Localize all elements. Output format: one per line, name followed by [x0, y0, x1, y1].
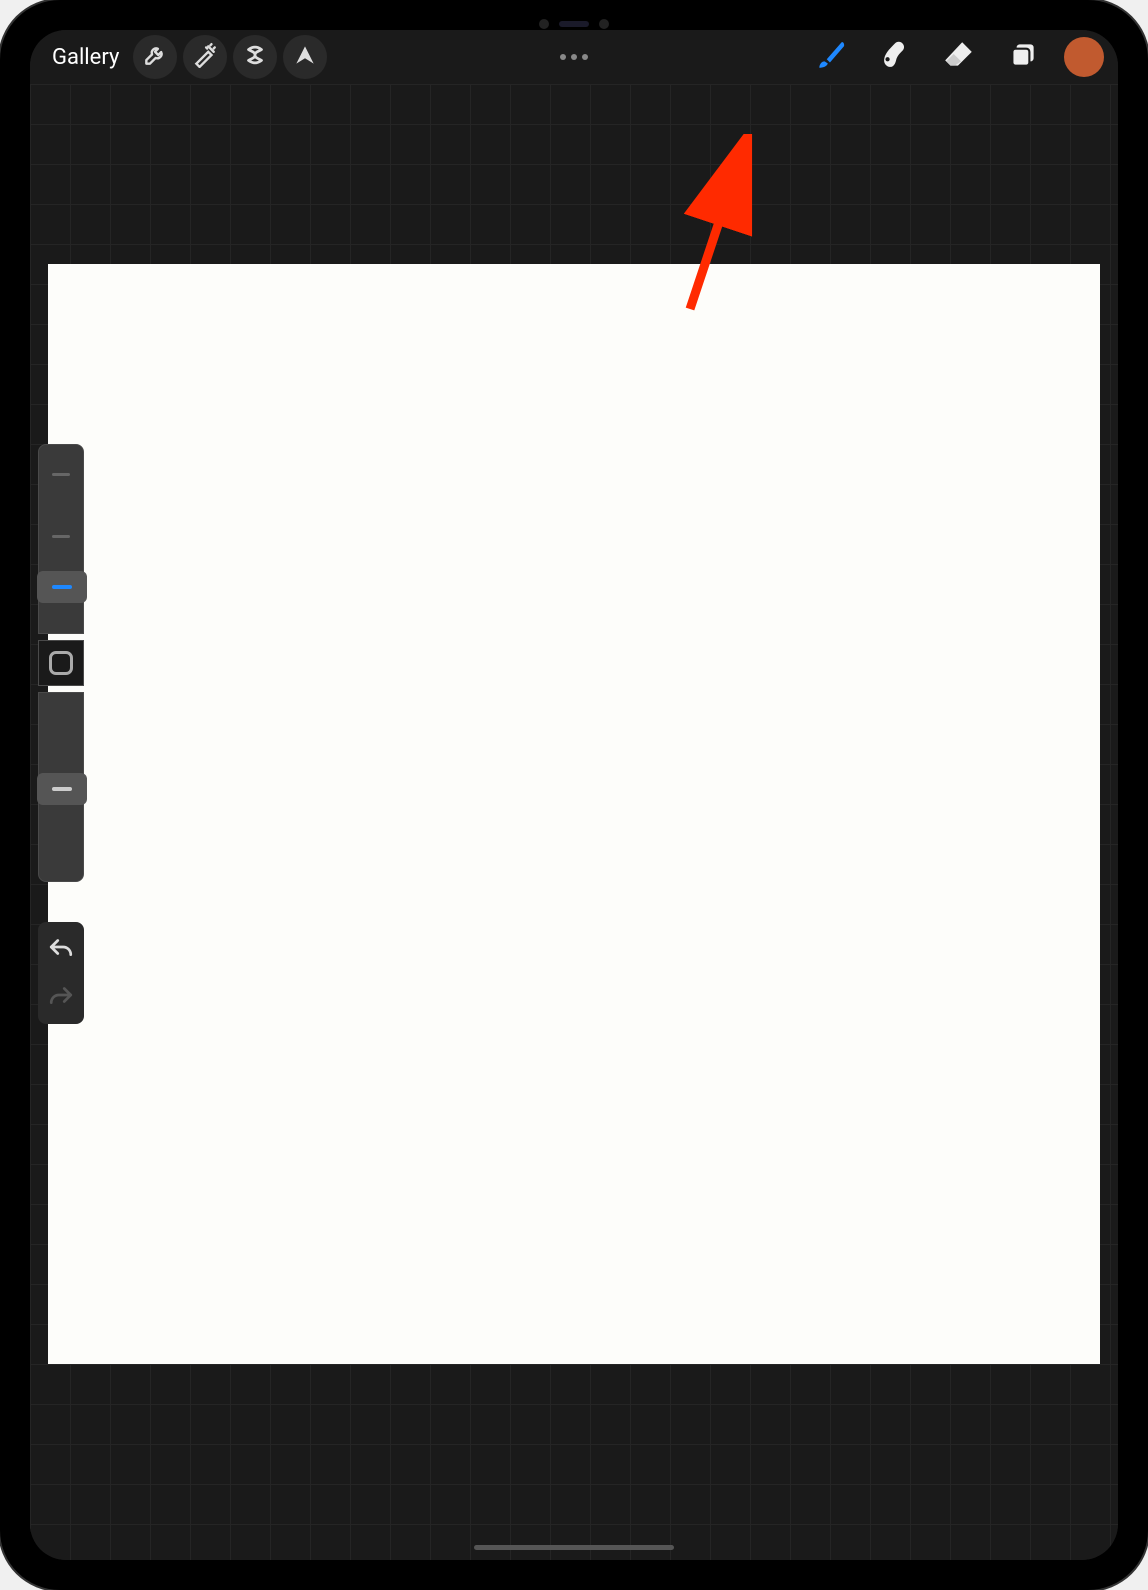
- wand-icon: [192, 42, 218, 72]
- brush-size-slider[interactable]: [38, 444, 84, 634]
- color-picker[interactable]: [1064, 37, 1104, 77]
- cursor-arrow-icon: [292, 42, 318, 72]
- brush-opacity-slider[interactable]: [38, 692, 84, 882]
- top-toolbar: Gallery: [30, 30, 1118, 84]
- actions-button[interactable]: [133, 35, 177, 79]
- undo-icon: [48, 943, 74, 962]
- brush-tool[interactable]: [808, 34, 854, 80]
- gallery-button[interactable]: Gallery: [44, 41, 127, 74]
- square-icon: [49, 651, 73, 675]
- selection-icon: [242, 42, 268, 72]
- side-toolbar: [34, 444, 88, 1024]
- modify-menu-button[interactable]: [560, 54, 588, 60]
- wrench-icon: [142, 42, 168, 72]
- redo-button[interactable]: [48, 984, 74, 1010]
- layers-button[interactable]: [1000, 34, 1046, 80]
- eraser-tool[interactable]: [936, 34, 982, 80]
- selection-button[interactable]: [233, 35, 277, 79]
- adjustments-button[interactable]: [183, 35, 227, 79]
- smudge-tool[interactable]: [872, 34, 918, 80]
- canvas-viewport[interactable]: [30, 84, 1118, 1560]
- screen: Gallery: [30, 30, 1118, 1560]
- home-indicator[interactable]: [474, 1545, 674, 1550]
- eraser-icon: [942, 38, 976, 76]
- layers-icon: [1006, 38, 1040, 76]
- modifier-button[interactable]: [38, 640, 84, 686]
- undo-redo-panel: [38, 922, 84, 1024]
- canvas[interactable]: [48, 264, 1100, 1364]
- transform-button[interactable]: [283, 35, 327, 79]
- ipad-frame: Gallery: [0, 0, 1148, 1590]
- smudge-icon: [878, 38, 912, 76]
- redo-icon: [48, 991, 74, 1010]
- camera-notch: [514, 18, 634, 30]
- brush-icon: [814, 38, 848, 76]
- undo-button[interactable]: [48, 936, 74, 962]
